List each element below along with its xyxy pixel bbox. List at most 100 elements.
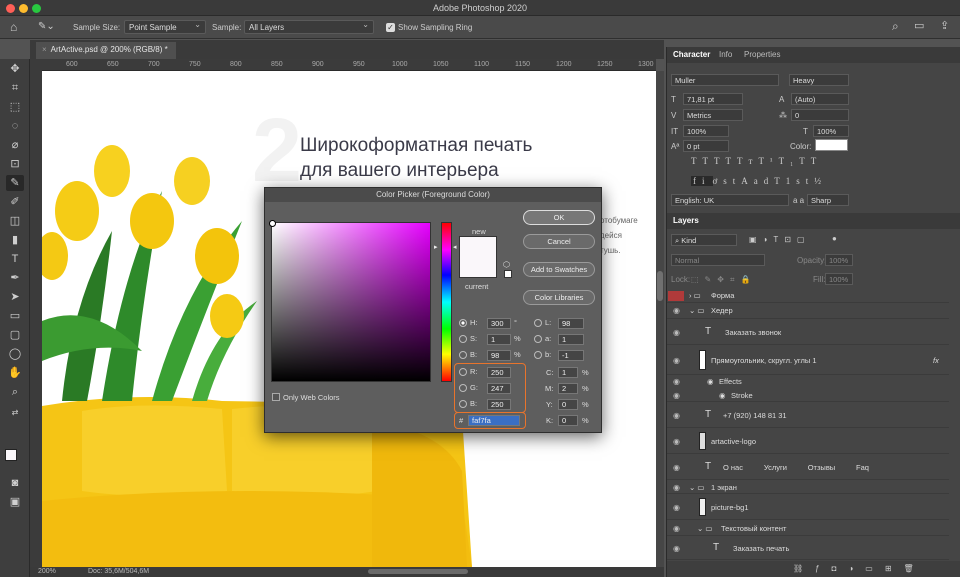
swash-button[interactable]: A	[741, 176, 754, 186]
a-field[interactable]: 1	[558, 334, 584, 345]
underline-button[interactable]: T	[799, 156, 811, 166]
workspace-icon[interactable]: ▭	[914, 19, 924, 32]
layer-row[interactable]: ◉ ⌄ ▭ Хедер	[667, 303, 949, 319]
strikethrough-button[interactable]: T	[811, 156, 823, 166]
rectangle-tool-icon[interactable]: ▭	[6, 308, 24, 324]
scroll-thumb[interactable]	[657, 271, 663, 301]
quick-mask-icon[interactable]: ◙	[6, 475, 24, 491]
tab-properties[interactable]: Properties	[744, 50, 780, 59]
eye-icon[interactable]: ◉	[673, 437, 680, 446]
eye-icon[interactable]: ◉	[673, 328, 680, 337]
cancel-button[interactable]: Cancel	[523, 234, 595, 249]
opentype-buttons[interactable]: fi ơstAadT1st½	[691, 176, 841, 186]
hue-slider-right-arrow[interactable]: ◂	[453, 243, 457, 251]
eye-icon[interactable]: ◉	[673, 463, 680, 472]
artboard-tool-icon[interactable]: ⌗	[6, 80, 24, 96]
g-radio[interactable]	[459, 384, 467, 393]
gamut-warning-icon[interactable]: ⬡	[503, 260, 510, 269]
eye-icon[interactable]: ◉	[673, 503, 680, 512]
s-radio[interactable]	[459, 335, 467, 344]
sample-size-dropdown[interactable]: Point Sample	[124, 20, 206, 34]
c-field[interactable]: 1	[558, 367, 578, 378]
effect-eye-icon[interactable]: ◉	[719, 391, 726, 400]
faux-italic-button[interactable]: T	[703, 156, 715, 166]
web-safe-swatch[interactable]	[504, 270, 512, 278]
layer-row[interactable]: ◉ ⌄ ▭ 1 экран	[667, 480, 949, 494]
color-libraries-button[interactable]: Color Libraries	[523, 290, 595, 305]
layer-row[interactable]: ◉ T +7 (920) 148 81 31	[667, 402, 949, 428]
lock-icons[interactable]: ⬚✎✥⌗🔒	[691, 275, 756, 285]
layer-row[interactable]: ◉ picture-bg1	[667, 494, 949, 520]
font-style-dropdown[interactable]: Heavy	[789, 74, 849, 86]
eye-icon[interactable]: ◉	[673, 544, 680, 553]
layer-row[interactable]: ◉ T Заказать звонок	[667, 319, 949, 345]
pen-tool-icon[interactable]: ✒	[6, 270, 24, 286]
b-field[interactable]: 98	[487, 350, 511, 361]
fractions-button[interactable]: ½	[814, 176, 827, 186]
fx-icon[interactable]: fx	[933, 356, 939, 365]
marquee-tool-icon[interactable]: ⬚	[6, 99, 24, 115]
eye-icon[interactable]: ◉	[673, 356, 680, 365]
zoom-level[interactable]: 200%	[38, 568, 56, 575]
eye-icon[interactable]: ◉	[673, 306, 680, 315]
layer-row[interactable]: ◉ T О нас Услуги Отзывы Faq	[667, 454, 949, 480]
brush-tool-icon[interactable]: ✐	[6, 194, 24, 210]
ligatures-button[interactable]: fi	[691, 176, 713, 186]
home-icon[interactable]: ⌂	[10, 20, 17, 34]
eye-icon[interactable]: ◉	[673, 411, 680, 420]
blue-radio[interactable]	[459, 400, 467, 409]
effects-row[interactable]: ◉ ◉ Effects	[667, 375, 949, 388]
text-color-swatch[interactable]	[815, 139, 848, 151]
layer-row[interactable]: ◉ artactive-logo	[667, 428, 949, 454]
quick-selection-tool-icon[interactable]: ⌀	[6, 137, 24, 153]
l-field[interactable]: 98	[558, 318, 584, 329]
y-field[interactable]: 0	[558, 399, 578, 410]
titling-alternates-button[interactable]: T	[774, 176, 786, 186]
old-style-button[interactable]: ơ	[713, 176, 724, 186]
k-field[interactable]: 0	[558, 415, 578, 426]
tracking-field[interactable]: 0	[791, 109, 849, 121]
foreground-color-swatch[interactable]	[5, 449, 17, 461]
canvas-vertical-scrollbar[interactable]	[656, 71, 664, 567]
ordinals-button[interactable]: 1st	[786, 176, 815, 186]
lab-b-radio[interactable]	[534, 351, 542, 360]
screen-mode-icon[interactable]: ▣	[6, 494, 24, 510]
subscript-button[interactable]: T₁	[779, 156, 800, 166]
path-selection-tool-icon[interactable]: ➤	[6, 289, 24, 305]
tab-character[interactable]: Character	[673, 50, 710, 59]
r-field[interactable]: 250	[487, 367, 511, 378]
ok-button[interactable]: OK	[523, 210, 595, 225]
swap-colors-icon[interactable]: ⇄	[6, 405, 24, 421]
layer-filter-dropdown[interactable]: ⌕ Kind	[671, 234, 737, 246]
zoom-tool-icon[interactable]: ⌕	[6, 384, 24, 400]
blue-field[interactable]: 250	[487, 399, 511, 410]
hue-slider-left-arrow[interactable]: ▸	[434, 243, 438, 251]
layer-row[interactable]: › ▭ Форма	[667, 289, 949, 303]
h-field[interactable]: 300	[487, 318, 511, 329]
opacity-field[interactable]: 100%	[825, 254, 853, 266]
eraser-tool-icon[interactable]: ◫	[6, 213, 24, 229]
gradient-tool-icon[interactable]: ▮	[6, 232, 24, 248]
type-style-buttons[interactable]: TTTTTтT¹T₁TT	[691, 156, 841, 166]
eye-icon[interactable]: ◉	[673, 483, 680, 492]
h-radio[interactable]	[459, 319, 467, 328]
add-to-swatches-button[interactable]: Add to Swatches	[523, 262, 595, 277]
eyedropper-tool-icon[interactable]: ✎	[6, 175, 24, 191]
language-dropdown[interactable]: English: UK	[671, 194, 789, 206]
s-field[interactable]: 1	[487, 334, 511, 345]
baseline-shift-field[interactable]: 0 pt	[683, 140, 729, 152]
hex-field[interactable]: faf7fa	[468, 415, 520, 426]
search-icon[interactable]: ⌕	[892, 19, 899, 34]
tab-layers[interactable]: Layers	[673, 216, 699, 225]
horizontal-scale-field[interactable]: 100%	[813, 125, 849, 137]
doc-info[interactable]: Doc: 35,6M/504,6M	[88, 568, 149, 575]
fill-field[interactable]: 100%	[825, 273, 853, 285]
kerning-field[interactable]: Metrics	[683, 109, 743, 121]
eye-icon[interactable]: ◉	[673, 524, 680, 533]
sample-dropdown[interactable]: All Layers	[244, 20, 374, 34]
ellipse-tool-icon[interactable]: ◯	[6, 346, 24, 362]
m-field[interactable]: 2	[558, 383, 578, 394]
discretionary-ligatures-button[interactable]: st	[723, 176, 741, 186]
lasso-tool-icon[interactable]: ◌	[6, 118, 24, 134]
layer-footer-icons[interactable]: ⛓ƒ◘◑▭⊞🗑	[793, 564, 926, 573]
